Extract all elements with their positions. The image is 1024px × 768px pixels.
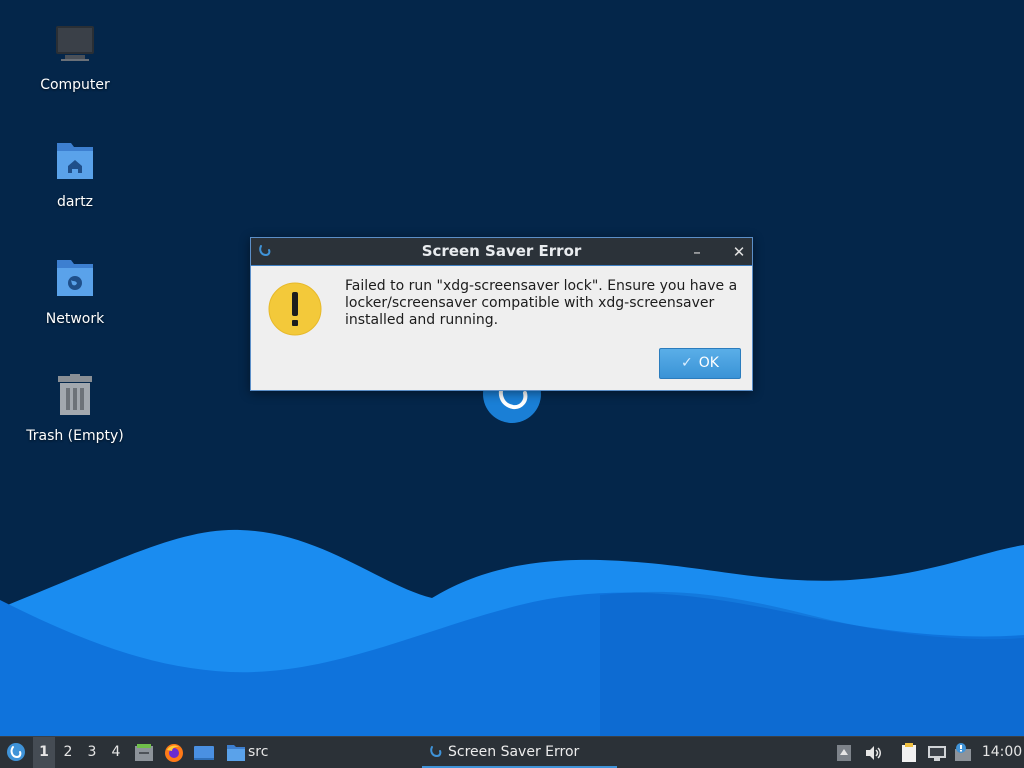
desktop-icon-network[interactable]: Network (20, 256, 130, 328)
ok-button-label: OK (698, 355, 719, 371)
clock[interactable]: 14:00 (980, 737, 1024, 768)
warning-icon (267, 281, 323, 337)
start-menu-button[interactable] (4, 737, 28, 768)
tray-expand-icon[interactable] (836, 737, 852, 768)
folder-label[interactable]: src (248, 737, 270, 768)
task-label: Screen Saver Error (448, 744, 580, 760)
desktop-icon-label: Computer (40, 77, 110, 93)
workspace-4[interactable]: 4 (105, 737, 127, 768)
taskbar-task-screensaver-error[interactable]: Screen Saver Error (422, 737, 617, 768)
dialog-title: Screen Saver Error (421, 242, 582, 260)
taskbar: 1 2 3 4 src Screen Saver Error 14:00 (0, 736, 1024, 768)
desktop: Computer dartz Network Trash (Empty) Scr… (0, 0, 1024, 768)
volume-icon[interactable] (864, 737, 882, 768)
file-manager-icon[interactable] (134, 737, 154, 768)
workspace-3[interactable]: 3 (81, 737, 103, 768)
desktop-icon-label: Network (45, 311, 105, 327)
computer-icon (51, 22, 99, 70)
minimize-button[interactable]: – (687, 242, 707, 262)
show-desktop-icon[interactable] (193, 737, 215, 768)
clipboard-icon[interactable] (900, 737, 918, 768)
error-message: Failed to run "xdg-screensaver lock". En… (345, 278, 738, 328)
screensaver-error-dialog: Screen Saver Error – ✕ Failed to run "xd… (250, 237, 753, 391)
desktop-icon-label: Trash (Empty) (26, 428, 124, 444)
close-button[interactable]: ✕ (729, 242, 749, 262)
checkmark-icon: ✓ (681, 355, 693, 371)
workspace-1[interactable]: 1 (33, 737, 55, 768)
trash-icon (51, 373, 99, 421)
firefox-icon[interactable] (164, 737, 184, 768)
network-folder-icon (51, 256, 99, 304)
ok-button[interactable]: ✓ OK (659, 348, 741, 379)
network-icon[interactable] (927, 737, 947, 768)
desktop-icon-trash[interactable]: Trash (Empty) (20, 373, 130, 445)
update-notifier-icon[interactable] (954, 737, 972, 768)
folder-icon[interactable] (226, 737, 246, 768)
home-folder-icon (51, 139, 99, 187)
workspace-2[interactable]: 2 (57, 737, 79, 768)
dialog-titlebar[interactable]: Screen Saver Error – ✕ (251, 238, 752, 266)
app-icon (430, 746, 442, 758)
desktop-icon-label: dartz (56, 194, 94, 210)
lubuntu-logo-icon (7, 743, 25, 761)
desktop-icon-computer[interactable]: Computer (20, 22, 130, 94)
desktop-icon-home-folder[interactable]: dartz (20, 139, 130, 211)
